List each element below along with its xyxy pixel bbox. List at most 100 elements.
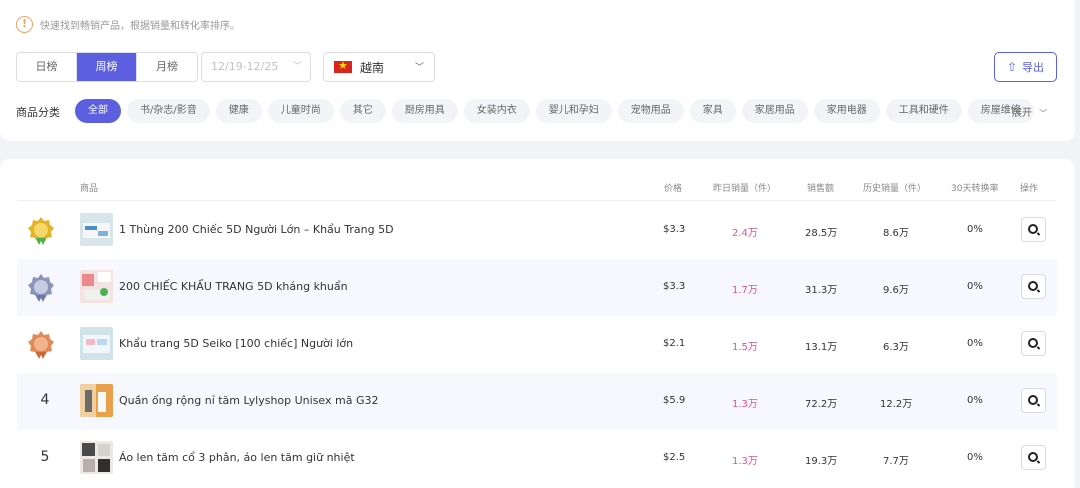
category-label: 商品分类 — [16, 106, 60, 119]
total-sales-cell: 12.2万 — [880, 399, 913, 410]
category-chip[interactable]: 女装内衣 — [463, 99, 530, 123]
category-chip[interactable]: 工具和硬件 — [885, 99, 962, 123]
yesterday-sales-cell: 1.7万 — [732, 285, 758, 296]
total-sales-cell: 8.6万 — [883, 228, 909, 239]
ranking-table: 商品 价格 昨日销量（件） 销售额 历史销量（件） 30天转换率 操作 1 Th… — [0, 159, 1075, 488]
category-chip[interactable]: 家具 — [689, 99, 736, 123]
filter-panel: ! 快速找到畅销产品，根据销量和转化率排序。 日榜 周榜 月榜 12/19-12… — [0, 0, 1075, 141]
total-sales-cell: 7.7万 — [883, 456, 909, 467]
tab-monthly[interactable]: 月榜 — [137, 53, 197, 81]
conversion-cell: 0% — [967, 452, 983, 463]
search-button[interactable] — [1021, 274, 1046, 299]
header-action: 操作 — [1020, 184, 1039, 194]
revenue-cell: 28.5万 — [805, 228, 838, 239]
bronze-medal-icon — [28, 331, 54, 359]
revenue-cell: 13.1万 — [805, 342, 838, 353]
vietnam-flag-icon — [334, 58, 352, 74]
chevron-down-icon: ﹀ — [414, 63, 424, 73]
search-icon — [1028, 338, 1038, 348]
table-row: 1 Thùng 200 Chiếc 5D Người Lớn – Khẩu Tr… — [17, 202, 1057, 259]
conversion-cell: 0% — [967, 338, 983, 349]
price-cell: $2.1 — [663, 338, 686, 349]
export-label: 导出 — [1022, 61, 1045, 74]
category-chip[interactable]: 家用电器 — [813, 99, 880, 123]
header-conversion: 30天转换率 — [951, 184, 999, 194]
category-chip[interactable]: 儿童时尚 — [267, 99, 334, 123]
expand-button[interactable]: 展开 ﹀ — [1012, 104, 1047, 119]
search-icon — [1028, 452, 1038, 462]
price-cell: $3.3 — [663, 224, 686, 235]
header-revenue: 销售额 — [807, 184, 835, 194]
tip-bar: ! 快速找到畅销产品，根据销量和转化率排序。 — [16, 16, 240, 33]
revenue-cell: 72.2万 — [805, 399, 838, 410]
header-total-sales: 历史销量（件） — [863, 184, 927, 194]
search-icon — [1028, 224, 1038, 234]
conversion-cell: 0% — [967, 395, 983, 406]
expand-label: 展开 — [1012, 108, 1032, 119]
tab-weekly[interactable]: 周榜 — [77, 53, 137, 81]
category-chip[interactable]: 书/杂志/影音 — [127, 99, 210, 123]
gold-medal-icon — [28, 217, 54, 245]
total-sales-cell: 9.6万 — [883, 285, 909, 296]
product-name[interactable]: 1 Thùng 200 Chiếc 5D Người Lớn – Khẩu Tr… — [119, 223, 394, 236]
product-thumbnail[interactable] — [80, 213, 113, 246]
category-chip[interactable]: 婴儿和孕妇 — [535, 99, 612, 123]
price-cell: $5.9 — [663, 395, 686, 406]
tab-daily[interactable]: 日榜 — [17, 53, 77, 81]
yesterday-sales-cell: 1.5万 — [732, 342, 758, 353]
country-select[interactable]: 越南 ﹀ — [323, 52, 435, 82]
category-chip[interactable]: 健康 — [215, 99, 262, 123]
country-value: 越南 — [360, 60, 385, 75]
search-icon — [1028, 281, 1038, 291]
header-product: 商品 — [80, 184, 99, 194]
price-cell: $2.5 — [663, 452, 686, 463]
product-name[interactable]: Áo len tăm cổ 3 phân, áo len tăm giữ nhi… — [119, 451, 355, 464]
search-button[interactable] — [1021, 388, 1046, 413]
revenue-cell: 19.3万 — [805, 456, 838, 467]
search-button[interactable] — [1021, 331, 1046, 356]
category-chip[interactable]: 厨房用具 — [391, 99, 458, 123]
table-row: 4 Quần ống rộng nỉ tăm Lylyshop Unisex m… — [17, 373, 1057, 430]
yesterday-sales-cell: 1.3万 — [732, 456, 758, 467]
table-row: 200 CHIẾC KHẨU TRANG 5D kháng khuẩn $3.3… — [17, 259, 1057, 316]
tip-text: 快速找到畅销产品，根据销量和转化率排序。 — [40, 21, 240, 32]
revenue-cell: 31.3万 — [805, 285, 838, 296]
rank-number: 4 — [40, 392, 50, 408]
yesterday-sales-cell: 2.4万 — [732, 228, 758, 239]
product-name[interactable]: Khẩu trang 5D Seiko [100 chiếc] Người lớ… — [119, 337, 353, 350]
chevron-down-icon: ﹀ — [1039, 109, 1048, 118]
category-list: 全部 书/杂志/影音 健康 儿童时尚 其它 厨房用具 女装内衣 婴儿和孕妇 宠物… — [75, 99, 1034, 123]
header-price: 价格 — [664, 184, 683, 194]
date-range-select[interactable]: 12/19-12/25 ﹀ — [201, 52, 311, 82]
chevron-down-icon: ﹀ — [292, 62, 302, 72]
product-thumbnail[interactable] — [80, 270, 113, 303]
conversion-cell: 0% — [967, 224, 983, 235]
conversion-cell: 0% — [967, 281, 983, 292]
product-thumbnail[interactable] — [80, 441, 113, 474]
category-chip[interactable]: 其它 — [339, 99, 386, 123]
category-chip[interactable]: 家居用品 — [741, 99, 808, 123]
price-cell: $3.3 — [663, 281, 686, 292]
period-tabs: 日榜 周榜 月榜 — [16, 52, 198, 82]
product-thumbnail[interactable] — [80, 384, 113, 417]
search-button[interactable] — [1021, 217, 1046, 242]
date-range-value: 12/19-12/25 — [211, 60, 279, 73]
product-name[interactable]: Quần ống rộng nỉ tăm Lylyshop Unisex mã … — [119, 394, 378, 407]
total-sales-cell: 6.3万 — [883, 342, 909, 353]
yesterday-sales-cell: 1.3万 — [732, 399, 758, 410]
category-chip[interactable]: 宠物用品 — [617, 99, 684, 123]
product-thumbnail[interactable] — [80, 327, 113, 360]
category-chip[interactable]: 全部 — [75, 99, 121, 123]
table-row: Khẩu trang 5D Seiko [100 chiếc] Người lớ… — [17, 316, 1057, 373]
table-header: 商品 价格 昨日销量（件） 销售额 历史销量（件） 30天转换率 操作 — [17, 175, 1057, 201]
table-row: 5 Áo len tăm cổ 3 phân, áo len tăm giữ n… — [17, 430, 1057, 487]
export-icon: ⇧ — [1006, 60, 1018, 74]
silver-medal-icon — [28, 274, 54, 302]
search-icon — [1028, 395, 1038, 405]
export-button[interactable]: ⇧ 导出 — [994, 52, 1057, 82]
rank-number: 5 — [40, 449, 50, 465]
product-name[interactable]: 200 CHIẾC KHẨU TRANG 5D kháng khuẩn — [119, 280, 348, 293]
search-button[interactable] — [1021, 445, 1046, 470]
info-icon: ! — [16, 16, 33, 33]
header-yesterday-sales: 昨日销量（件） — [713, 184, 777, 194]
